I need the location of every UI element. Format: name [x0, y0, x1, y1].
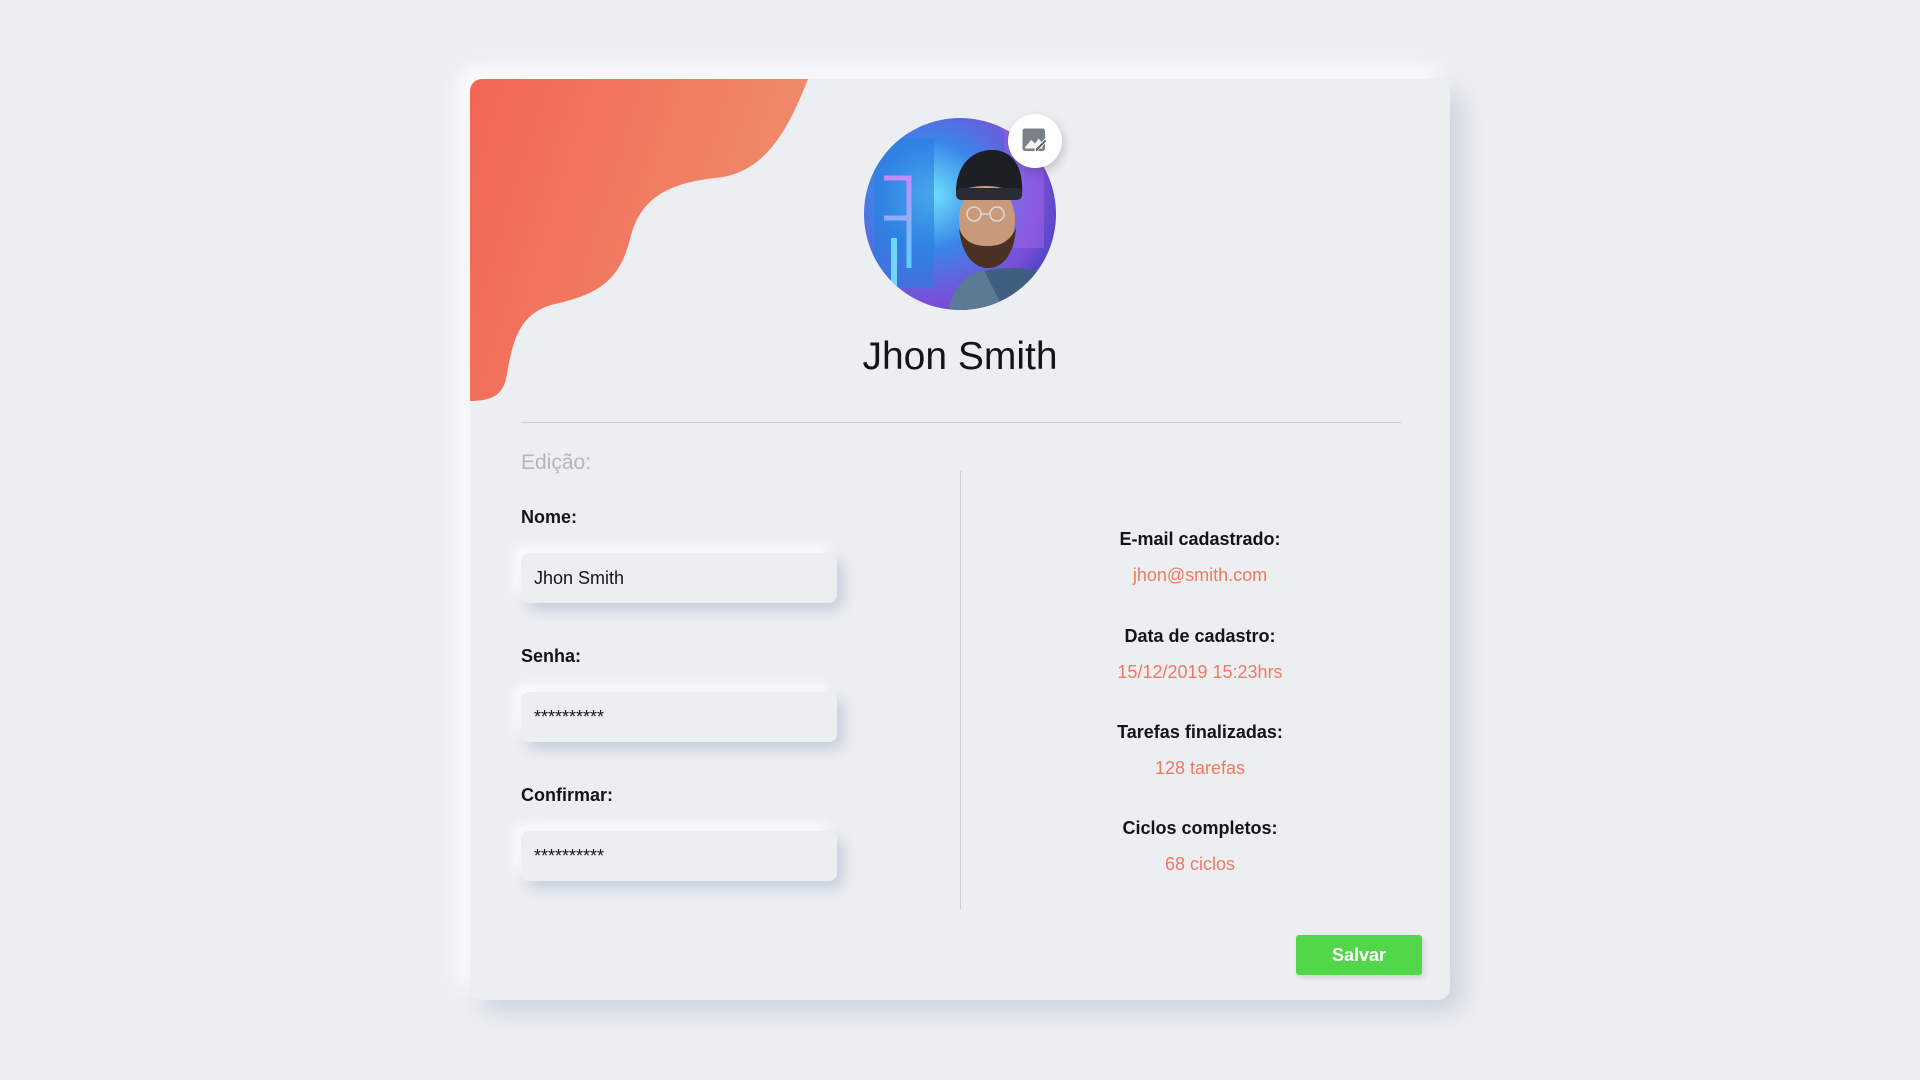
cycles-info: Ciclos completos: 68 ciclos: [990, 817, 1410, 875]
save-button[interactable]: Salvar: [1296, 935, 1422, 975]
section-title: Edição:: [521, 451, 592, 474]
avatar-container: [864, 114, 1062, 310]
confirm-label: Confirmar:: [521, 785, 614, 805]
profile-card: Jhon Smith Edição: Nome: Senha: Confirma…: [470, 79, 1450, 1000]
vertical-divider: [960, 471, 961, 909]
name-input[interactable]: [534, 567, 824, 589]
password-input[interactable]: [534, 706, 824, 728]
registration-date-value: 15/12/2019 15:23hrs: [1117, 662, 1283, 682]
email-info: E-mail cadastrado: jhon@smith.com: [990, 528, 1410, 586]
registration-date-info: Data de cadastro: 15/12/2019 15:23hrs: [990, 625, 1410, 683]
confirm-password-input[interactable]: [534, 845, 824, 867]
horizontal-divider: [521, 422, 1401, 423]
name-field[interactable]: [521, 553, 837, 603]
password-label: Senha:: [521, 646, 582, 666]
password-field[interactable]: [521, 692, 837, 742]
cycles-label: Ciclos completos:: [1122, 818, 1278, 838]
confirm-field[interactable]: [521, 831, 837, 881]
cycles-value: 68 ciclos: [1164, 854, 1236, 874]
tasks-info: Tarefas finalizadas: 128 tarefas: [990, 721, 1410, 779]
email-value: jhon@smith.com: [1132, 565, 1268, 585]
tasks-label: Tarefas finalizadas:: [1117, 722, 1283, 742]
edit-photo-button[interactable]: [1008, 114, 1062, 168]
profile-name: Jhon Smith: [862, 335, 1058, 378]
registration-date-label: Data de cadastro:: [1124, 626, 1276, 646]
edit-image-icon: [1022, 128, 1048, 153]
name-label: Nome:: [521, 507, 578, 527]
email-label: E-mail cadastrado:: [1119, 529, 1281, 549]
tasks-value: 128 tarefas: [1154, 758, 1246, 778]
